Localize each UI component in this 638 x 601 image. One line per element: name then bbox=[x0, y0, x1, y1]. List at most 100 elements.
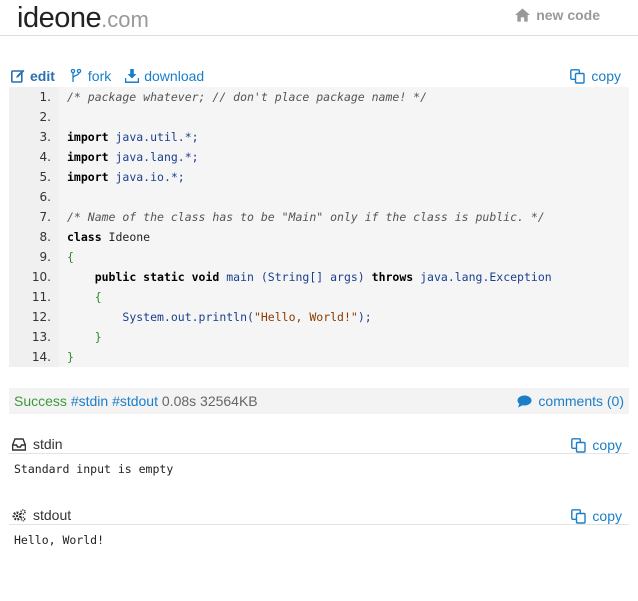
copy-label: copy bbox=[591, 68, 621, 84]
code-line: 13. } bbox=[9, 327, 629, 347]
code-text: /* Name of the class has to be "Main" on… bbox=[67, 207, 545, 227]
new-code-label: new code bbox=[536, 7, 600, 23]
code-text: import java.io.*; bbox=[67, 167, 185, 187]
logo-main-text: ideone bbox=[17, 2, 102, 34]
code-text: import java.lang.*; bbox=[67, 147, 199, 167]
code-token: java.lang.*; bbox=[115, 150, 199, 164]
download-icon bbox=[125, 69, 140, 83]
line-number: 5. bbox=[39, 170, 51, 184]
line-number: 7. bbox=[39, 210, 51, 224]
line-number: 6. bbox=[39, 190, 51, 204]
status-badge: Success bbox=[14, 393, 67, 409]
gears-icon bbox=[12, 508, 26, 521]
line-number: 12. bbox=[31, 310, 51, 324]
code-token: "Hello, World!" bbox=[253, 310, 358, 324]
home-icon bbox=[515, 8, 531, 22]
code-token: /* Name of the class has to be "Main" on… bbox=[67, 210, 545, 224]
result-bar: Success #stdin #stdout 0.08s 32564KB com… bbox=[9, 388, 629, 414]
site-header: ideone.com new code bbox=[0, 0, 638, 36]
code-line: 11. { bbox=[9, 287, 629, 307]
line-number: 9. bbox=[39, 250, 51, 264]
code-token: java.io.*; bbox=[115, 170, 185, 184]
copy-stdin-button[interactable]: copy bbox=[571, 435, 622, 455]
code-text: class Ideone bbox=[67, 227, 150, 247]
stdin-tag[interactable]: #stdin bbox=[71, 393, 108, 409]
stdout-title: stdout bbox=[12, 505, 71, 525]
fork-icon bbox=[70, 69, 82, 82]
code-token: main bbox=[219, 270, 261, 284]
fork-label: fork bbox=[87, 68, 112, 84]
code-line: 5. import java.io.*; bbox=[9, 167, 629, 187]
code-text: { bbox=[67, 247, 74, 267]
code-token: throws bbox=[371, 270, 414, 284]
copy-icon bbox=[570, 68, 586, 84]
new-code-link[interactable]: new code bbox=[515, 7, 600, 23]
ideone-logo[interactable]: ideone.com bbox=[17, 2, 149, 36]
source-toolbar: edit fork download copy bbox=[11, 68, 627, 86]
stdout-label: stdout bbox=[33, 507, 72, 523]
copy-icon bbox=[571, 508, 587, 524]
code-token: (String[] args) bbox=[260, 270, 372, 284]
code-token: import bbox=[67, 150, 109, 164]
stdin-header: stdin copy bbox=[9, 434, 629, 454]
comment-icon bbox=[517, 395, 532, 407]
copy-source-button[interactable]: copy bbox=[570, 68, 621, 84]
code-line: 9. { bbox=[9, 247, 629, 267]
code-token: class bbox=[67, 230, 102, 244]
code-token: java.lang.Exception bbox=[413, 270, 552, 284]
line-number: 2. bbox=[39, 110, 51, 124]
code-token: import bbox=[67, 170, 109, 184]
copy-icon bbox=[571, 437, 587, 453]
logo-tld-text: .com bbox=[101, 7, 149, 32]
stdout-content: Hello, World! bbox=[14, 533, 105, 547]
code-line: 7. /* Name of the class has to be "Main" … bbox=[9, 207, 629, 227]
code-token: /* package whatever; // don't place pack… bbox=[67, 90, 428, 104]
code-token: ); bbox=[357, 310, 372, 324]
comments-link[interactable]: comments (0) bbox=[517, 388, 624, 414]
download-link[interactable]: download bbox=[125, 68, 204, 84]
line-number: 3. bbox=[39, 130, 51, 144]
line-number: 8. bbox=[39, 230, 51, 244]
comments-label: comments (0) bbox=[538, 393, 624, 409]
code-text: System.out.println("Hello, World!"); bbox=[67, 307, 372, 327]
code-line: 8. class Ideone bbox=[9, 227, 629, 247]
download-label: download bbox=[144, 68, 205, 84]
code-token: Ideone bbox=[101, 230, 151, 244]
code-line: 3. import java.util.*; bbox=[9, 127, 629, 147]
edit-icon bbox=[11, 69, 25, 83]
code-text: import java.util.*; bbox=[67, 127, 199, 147]
run-time: 0.08s bbox=[161, 393, 197, 409]
code-line: 14.} bbox=[9, 347, 629, 367]
line-number: 14. bbox=[31, 350, 51, 364]
copy-stdout-button[interactable]: copy bbox=[571, 506, 622, 526]
code-line: 12. System.out.println("Hello, World!"); bbox=[9, 307, 629, 327]
line-number: 1. bbox=[39, 90, 51, 104]
line-number: 4. bbox=[39, 150, 51, 164]
code-text: } bbox=[67, 327, 102, 347]
code-token: { bbox=[67, 250, 74, 264]
stdin-title: stdin bbox=[12, 434, 63, 454]
code-line: 6. bbox=[9, 187, 629, 207]
code-token: } bbox=[67, 350, 74, 364]
source-code-block[interactable]: 1. /* package whatever; // don't place pa… bbox=[9, 87, 629, 367]
edit-link[interactable]: edit bbox=[11, 68, 55, 84]
code-token: public static void bbox=[94, 270, 220, 284]
code-text: { bbox=[67, 287, 102, 307]
fork-link[interactable]: fork bbox=[69, 68, 111, 84]
stdin-content: Standard input is empty bbox=[14, 462, 174, 476]
code-token: import bbox=[67, 130, 109, 144]
stdin-label: stdin bbox=[33, 436, 63, 452]
copy-label: copy bbox=[592, 437, 622, 453]
code-token: System.out.println( bbox=[122, 310, 254, 324]
copy-label: copy bbox=[592, 508, 622, 524]
stdout-tag[interactable]: #stdout bbox=[112, 393, 158, 409]
source-actions: edit fork download bbox=[11, 68, 204, 84]
code-line: 2. bbox=[9, 107, 629, 127]
line-number: 10. bbox=[31, 270, 51, 284]
memory-usage: 32564KB bbox=[200, 393, 258, 409]
code-token: } bbox=[94, 330, 102, 344]
